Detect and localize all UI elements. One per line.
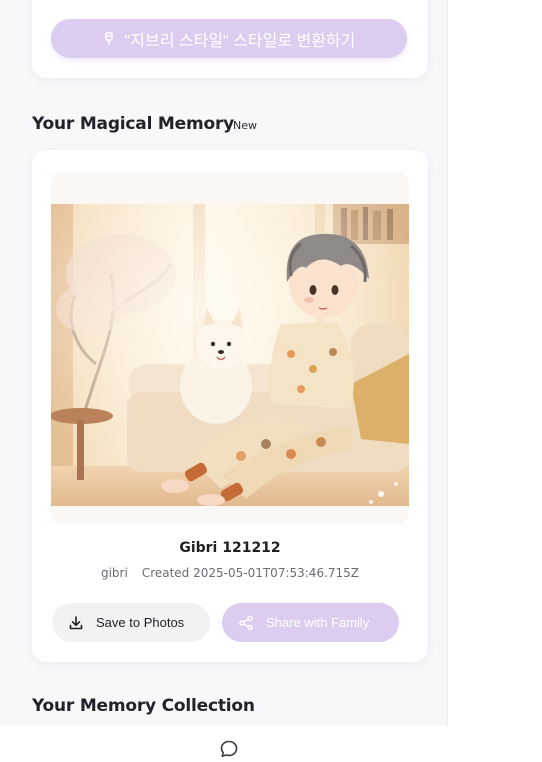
chat-bubble-icon[interactable] <box>219 739 239 759</box>
pen-icon <box>104 31 113 45</box>
memory-style-label: gibri <box>100 566 128 580</box>
main-panel: "지브리 스타일" 스타일로 변환하기 Your Magical Memory … <box>0 0 448 726</box>
memory-image-frame[interactable] <box>51 172 409 524</box>
memory-created-date: Created 2025-05-01T07:53:46.715Z <box>141 566 360 580</box>
memory-card: Gibri 121212 gibri Created 2025-05-01T07… <box>32 150 428 662</box>
new-badge: New <box>233 119 257 132</box>
memory-title: Gibri 121212 <box>179 540 281 556</box>
share-with-family-button[interactable]: Share with Family <box>222 603 399 642</box>
bottom-bar <box>0 726 542 762</box>
style-convert-card: "지브리 스타일" 스타일로 변환하기 <box>32 0 428 78</box>
memory-meta: gibri Created 2025-05-01T07:53:46.715Z <box>32 566 428 580</box>
convert-style-button[interactable]: "지브리 스타일" 스타일로 변환하기 <box>51 19 407 58</box>
memory-collection-heading: Your Memory Collection <box>32 696 255 716</box>
save-to-photos-button[interactable]: Save to Photos <box>52 603 210 642</box>
ghibli-illustration <box>51 204 409 506</box>
convert-style-label: "지브리 스타일" 스타일로 변환하기 <box>124 32 356 50</box>
download-icon <box>69 615 83 629</box>
share-with-family-label: Share with Family <box>266 615 370 630</box>
share-icon <box>239 615 253 630</box>
magical-memory-heading: Your Magical Memory <box>32 114 235 134</box>
save-to-photos-label: Save to Photos <box>96 615 185 630</box>
